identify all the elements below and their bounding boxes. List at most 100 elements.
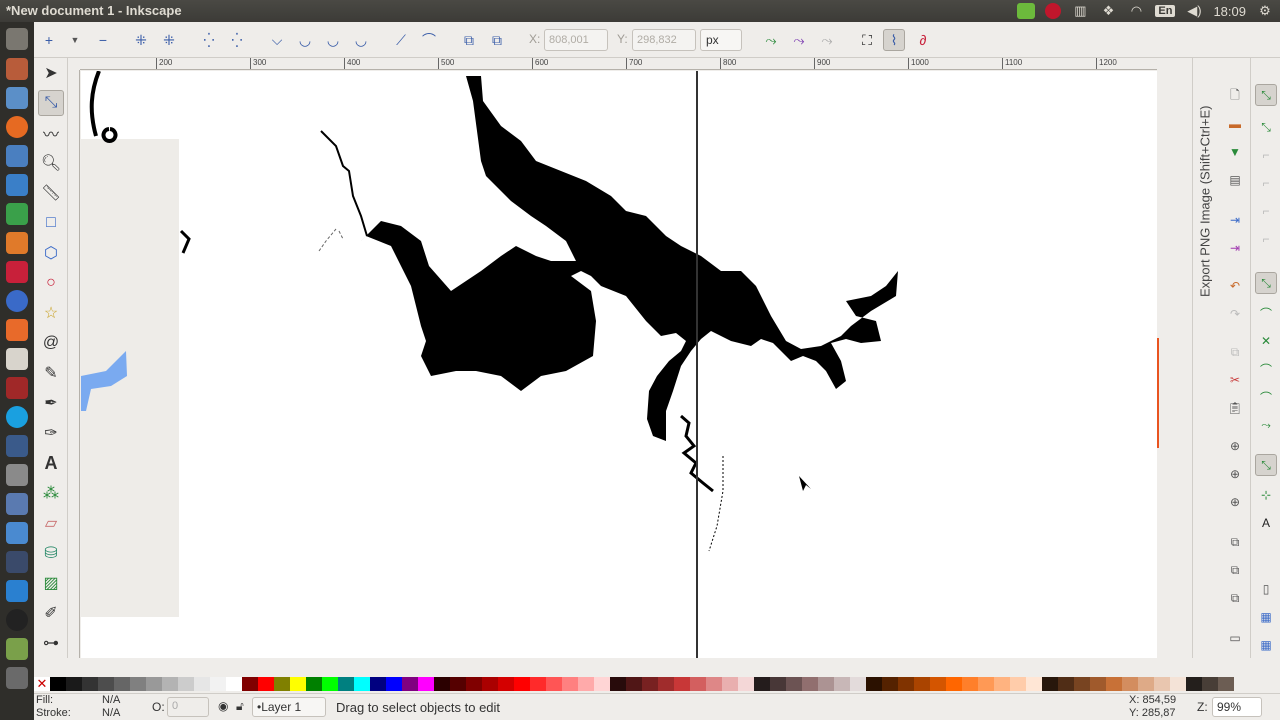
snap-bbox-midpoint-icon[interactable]: ⌐: [1255, 200, 1277, 222]
color-swatch[interactable]: [978, 677, 994, 691]
color-swatch[interactable]: [1090, 677, 1106, 691]
star-tool-icon[interactable]: ☆: [38, 300, 64, 326]
redo-icon[interactable]: ↷: [1225, 304, 1245, 324]
vertical-ruler[interactable]: [68, 70, 80, 658]
snap-bbox-center-icon[interactable]: ⌐: [1255, 228, 1277, 250]
edit-clip-icon[interactable]: ⤳: [788, 29, 810, 51]
skype-icon[interactable]: [6, 406, 28, 428]
join-segment-icon[interactable]: ⁛: [198, 29, 220, 51]
color-swatch[interactable]: [482, 677, 498, 691]
stroke-to-path-icon[interactable]: ⧉: [486, 29, 508, 51]
vm-icon[interactable]: [6, 493, 28, 515]
object-to-path-icon[interactable]: ⧉: [458, 29, 480, 51]
color-swatch[interactable]: [1074, 677, 1090, 691]
volume-icon[interactable]: ◀): [1185, 3, 1203, 19]
trash-icon[interactable]: [6, 667, 28, 689]
software-updater-icon[interactable]: [1017, 3, 1036, 19]
color-swatch[interactable]: [1154, 677, 1170, 691]
no-paint-swatch[interactable]: ✕: [34, 677, 50, 691]
image-viewer-icon[interactable]: [6, 145, 28, 167]
amazon-icon[interactable]: [6, 348, 28, 370]
symmetric-node-icon[interactable]: ◡: [322, 29, 344, 51]
app-icon-r[interactable]: [6, 290, 28, 312]
snap-centers-icon[interactable]: ⤡: [1255, 454, 1277, 476]
color-swatch[interactable]: [1058, 677, 1074, 691]
color-swatch[interactable]: [370, 677, 386, 691]
clone-icon[interactable]: ⧉: [1225, 560, 1245, 580]
3d-box-tool-icon[interactable]: ⬡: [38, 240, 64, 266]
ellipse-tool-icon[interactable]: ○: [38, 270, 64, 296]
color-swatch[interactable]: [114, 677, 130, 691]
color-swatch[interactable]: [610, 677, 626, 691]
snap-text-baseline-icon[interactable]: A: [1255, 512, 1277, 534]
import-icon[interactable]: ⇥: [1225, 210, 1245, 230]
files-icon[interactable]: [6, 58, 28, 80]
writer-icon[interactable]: [6, 174, 28, 196]
color-swatch[interactable]: [626, 677, 642, 691]
pencil-tool-icon[interactable]: ✎: [38, 360, 64, 386]
color-swatch[interactable]: [98, 677, 114, 691]
color-swatch[interactable]: [562, 677, 578, 691]
show-path-outline-icon[interactable]: ∂: [912, 29, 934, 51]
color-swatch[interactable]: [146, 677, 162, 691]
print-icon[interactable]: ▤: [1225, 170, 1245, 190]
stroke-value[interactable]: N/A: [102, 707, 120, 719]
color-swatch[interactable]: [850, 677, 866, 691]
keyboard-layout-indicator[interactable]: En: [1155, 5, 1176, 17]
color-swatch[interactable]: [466, 677, 482, 691]
text-tool-icon[interactable]: A: [38, 450, 64, 476]
scrollbar-thumb[interactable]: [1157, 338, 1159, 448]
show-handles-icon[interactable]: ⌇: [883, 29, 905, 51]
snap-grid-icon[interactable]: ▦: [1255, 606, 1277, 628]
smooth-node-icon[interactable]: ◡: [294, 29, 316, 51]
zoom-page-icon[interactable]: ⊕: [1225, 492, 1245, 512]
color-swatch[interactable]: [898, 677, 914, 691]
color-swatch[interactable]: [866, 677, 882, 691]
color-swatch[interactable]: [578, 677, 594, 691]
settings-app-icon[interactable]: [6, 87, 28, 109]
inkscape-icon[interactable]: [6, 609, 28, 631]
snap-page-border-icon[interactable]: ▯: [1255, 578, 1277, 600]
app-icon-orange[interactable]: [6, 319, 28, 341]
color-swatch[interactable]: [162, 677, 178, 691]
paste-icon[interactable]: 📋︎: [1225, 398, 1245, 418]
delete-segment-icon[interactable]: ⁛: [226, 29, 248, 51]
drawing-canvas[interactable]: [81, 71, 1157, 658]
next-path-effect-icon[interactable]: ⤳: [760, 29, 782, 51]
node-tool-icon[interactable]: ⤡: [38, 90, 64, 116]
color-swatch[interactable]: [1186, 677, 1202, 691]
color-swatch[interactable]: [450, 677, 466, 691]
color-swatch[interactable]: [674, 677, 690, 691]
color-swatch[interactable]: [706, 677, 722, 691]
color-swatch[interactable]: [338, 677, 354, 691]
snap-rotation-center-icon[interactable]: ⊹: [1255, 484, 1277, 506]
color-swatch[interactable]: [82, 677, 98, 691]
break-path-icon[interactable]: ⁜: [158, 29, 180, 51]
color-swatch[interactable]: [1202, 677, 1218, 691]
delete-node-icon[interactable]: −: [92, 29, 114, 51]
color-swatch[interactable]: [242, 677, 258, 691]
color-swatch[interactable]: [1106, 677, 1122, 691]
duplicate-icon[interactable]: ⧉: [1225, 532, 1245, 552]
vertical-scrollbar[interactable]: [1157, 58, 1169, 658]
color-swatch[interactable]: [818, 677, 834, 691]
horizontal-ruler[interactable]: 200 300 400 500 600 700 800 900 1000 110…: [80, 58, 1157, 70]
color-swatch[interactable]: [1218, 677, 1234, 691]
color-swatch[interactable]: [130, 677, 146, 691]
zoom-selection-icon[interactable]: ⊕: [1225, 436, 1245, 456]
tweak-tool-icon[interactable]: 〰: [38, 120, 64, 146]
eraser-tool-icon[interactable]: ▱: [38, 510, 64, 536]
unit-select[interactable]: px: [700, 29, 742, 51]
color-swatch[interactable]: [722, 677, 738, 691]
unlink-clone-icon[interactable]: ⧉: [1225, 588, 1245, 608]
export-icon[interactable]: ⇥: [1225, 238, 1245, 258]
color-swatch[interactable]: [1042, 677, 1058, 691]
zoom-drawing-icon[interactable]: ⊕: [1225, 464, 1245, 484]
color-swatch[interactable]: [658, 677, 674, 691]
network-icon[interactable]: [6, 551, 28, 573]
dropper-tool-icon[interactable]: ✐: [38, 600, 64, 626]
snap-bbox-corner-icon[interactable]: ⌐: [1255, 172, 1277, 194]
snap-paths-icon[interactable]: ⌒: [1255, 302, 1277, 324]
segment-line-icon[interactable]: ⟋: [390, 29, 412, 51]
cut-icon[interactable]: ✂: [1225, 370, 1245, 390]
